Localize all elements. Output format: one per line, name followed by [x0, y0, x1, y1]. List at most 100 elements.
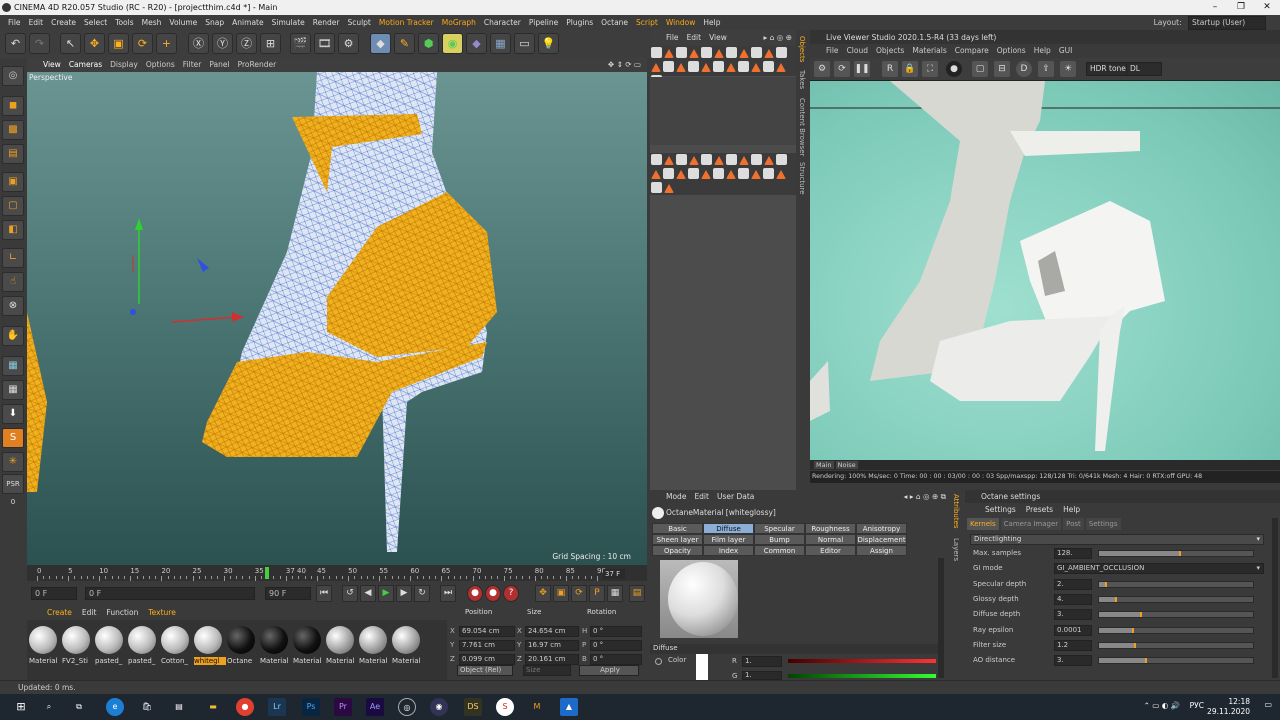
material-tag-icon[interactable]	[713, 61, 724, 72]
tab-assign[interactable]: Assign	[856, 545, 907, 556]
material-tag-icon[interactable]	[701, 154, 712, 165]
rotation-p-field[interactable]: 0 °	[590, 640, 642, 651]
viewport-menu-cameras[interactable]: Cameras	[69, 60, 102, 69]
position-y-field[interactable]: 7.761 cm	[459, 640, 515, 651]
key-param-icon[interactable]: P	[589, 585, 605, 602]
octane-tag-icon[interactable]	[689, 49, 699, 58]
z-axis-lock[interactable]: Ⓩ	[236, 33, 257, 54]
download-icon[interactable]: ⬇	[2, 404, 24, 424]
app-blue-icon[interactable]: ▲	[560, 698, 578, 716]
render-to-picture-viewer[interactable]: 🎞	[314, 33, 335, 54]
pause-render-icon[interactable]: ❚❚	[854, 61, 870, 77]
coordinate-system[interactable]: ⊞	[260, 33, 281, 54]
octane-tag-icon[interactable]	[664, 156, 674, 165]
key-move-icon[interactable]: ✥	[535, 585, 551, 602]
tab-roughness[interactable]: Roughness	[805, 523, 856, 534]
octane-tag-icon[interactable]	[726, 63, 736, 72]
octane-value-field[interactable]: 1.2	[1054, 639, 1092, 651]
material-tag-icon[interactable]	[651, 47, 662, 58]
material-picker-icon[interactable]: ●	[946, 61, 962, 77]
region-render-icon[interactable]: R	[882, 61, 898, 77]
light-icon[interactable]: 💡	[538, 33, 559, 54]
start-frame-field[interactable]: 0 F	[31, 587, 77, 600]
size-mode-dropdown[interactable]: Size	[523, 665, 571, 676]
tab-sheen-layer[interactable]: Sheen layer	[652, 534, 703, 545]
cube-object-icon[interactable]: ◆	[370, 33, 391, 54]
material-tag-icon[interactable]	[651, 182, 662, 193]
polygons-mode-icon[interactable]: ◧	[2, 220, 24, 240]
move-tool[interactable]: ✥	[84, 33, 105, 54]
material-tag-icon[interactable]	[751, 154, 762, 165]
material-menu-function[interactable]: Function	[106, 608, 138, 617]
octane-tag-icon[interactable]	[664, 184, 674, 193]
lock-icon[interactable]: 🔒	[902, 61, 918, 77]
tab-content-browser[interactable]: Content Browser	[798, 98, 806, 156]
viewport-menu-options[interactable]: Options	[146, 60, 175, 69]
viewport-menu-prorender[interactable]: ProRender	[238, 60, 277, 69]
daz-studio-icon[interactable]: DS	[464, 698, 482, 716]
notification-icon[interactable]: ▭	[1264, 700, 1272, 709]
material-tag-icon[interactable]	[776, 154, 787, 165]
timeline-ruler[interactable]: 0 5 10 15 20 25 30 35 37 40 45 50 55 60 65 70 75 80 85 90 …	[27, 565, 647, 581]
tonemap-dropdown[interactable]: HDR tone	[1086, 62, 1130, 76]
octane-value-slider[interactable]	[1098, 611, 1254, 619]
octane-tag-icon[interactable]	[651, 170, 661, 179]
octane-tag-icon[interactable]	[739, 49, 749, 58]
tab-main[interactable]: Main	[814, 461, 834, 469]
octane-tag-icon[interactable]	[701, 63, 711, 72]
live-viewer-menu-objects[interactable]: Objects	[876, 46, 904, 55]
material-tag-icon[interactable]	[776, 47, 787, 58]
octane-tag-icon[interactable]	[776, 170, 786, 179]
octane-menu-help[interactable]: Help	[1063, 505, 1080, 514]
material-tag-icon[interactable]	[726, 154, 737, 165]
y-axis-lock[interactable]: Ⓨ	[212, 33, 233, 54]
octane-tag-icon[interactable]	[676, 63, 686, 72]
close-button[interactable]: ✕	[1254, 0, 1280, 15]
octane-value-slider[interactable]	[1098, 580, 1254, 588]
menu-motion-tracker[interactable]: Motion Tracker	[375, 15, 438, 30]
object-menu-file[interactable]: File	[666, 33, 679, 42]
apply-button[interactable]: Apply	[579, 665, 639, 676]
menu-create[interactable]: Create	[47, 15, 80, 30]
material-tag-icon[interactable]	[663, 168, 674, 179]
octane-tag-icon[interactable]	[739, 156, 749, 165]
octane-tag-icon[interactable]	[714, 156, 724, 165]
record-keyframe-icon[interactable]: ●	[467, 585, 483, 602]
g-value-field[interactable]: 1.	[742, 671, 782, 680]
key-pla-icon[interactable]: ▦	[607, 585, 623, 602]
preview-scrollbar[interactable]	[938, 558, 944, 678]
render-view-button[interactable]: 🎬	[290, 33, 311, 54]
octane-tab-camera-imager[interactable]: Camera Imager	[1000, 518, 1062, 530]
octane-tag-icon[interactable]	[651, 63, 661, 72]
edge-browser-icon[interactable]: e	[106, 698, 124, 716]
rotation-h-field[interactable]: 0 °	[590, 626, 642, 637]
files-icon[interactable]: ▤	[170, 698, 188, 716]
tab-anisotropy[interactable]: Anisotropy	[856, 523, 907, 534]
viewport-menu-display[interactable]: Display	[110, 60, 138, 69]
live-selection-tool[interactable]: ↖	[60, 33, 81, 54]
texture-mode-icon[interactable]: ▩	[2, 120, 24, 140]
autokey-icon[interactable]: ●	[485, 585, 501, 602]
live-viewer-menu-options[interactable]: Options	[997, 46, 1026, 55]
octane-tag-icon[interactable]	[726, 170, 736, 179]
goto-start-icon[interactable]: ⏮	[316, 585, 332, 602]
material-tag-icon[interactable]	[676, 47, 687, 58]
viewport-menu-filter[interactable]: Filter	[183, 60, 202, 69]
menu-simulate[interactable]: Simulate	[268, 15, 309, 30]
app-disc-icon[interactable]: ◎	[398, 698, 416, 716]
material-thumbnail[interactable]: Material	[359, 626, 389, 672]
octane-value-slider[interactable]	[1098, 657, 1254, 665]
material-tag-icon[interactable]	[763, 61, 774, 72]
material-tag-icon[interactable]	[701, 47, 712, 58]
tab-opacity[interactable]: Opacity	[652, 545, 703, 556]
undo-button[interactable]: ↶	[5, 33, 26, 54]
live-viewer-menu-cloud[interactable]: Cloud	[847, 46, 868, 55]
menu-snap[interactable]: Snap	[201, 15, 228, 30]
octane-tag-icon[interactable]	[701, 170, 711, 179]
substance-icon[interactable]: S	[2, 428, 24, 448]
object-menu-edit[interactable]: Edit	[687, 33, 702, 42]
menu-script[interactable]: Script	[632, 15, 662, 30]
snap-icon[interactable]: ⊗	[2, 296, 24, 316]
octane-value-field[interactable]: 128.	[1054, 548, 1092, 559]
keyframe-selection-icon[interactable]: ?	[503, 585, 519, 602]
